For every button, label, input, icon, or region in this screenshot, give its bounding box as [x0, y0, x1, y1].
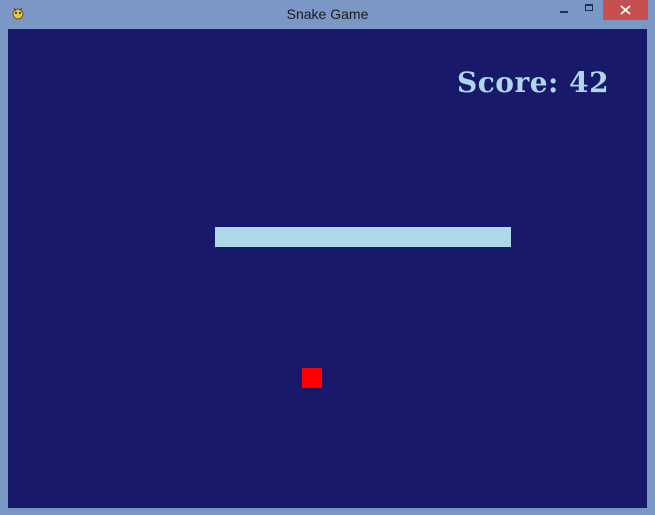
snake-body [215, 227, 511, 247]
food-item [302, 368, 322, 388]
minimize-icon [560, 11, 568, 13]
score-display: Score: 42 [457, 66, 610, 99]
minimize-button[interactable] [551, 0, 577, 20]
game-window: Snake Game Score: 42 [0, 0, 655, 515]
maximize-button[interactable] [577, 0, 603, 20]
close-icon [603, 0, 648, 20]
maximize-icon [585, 4, 593, 11]
game-canvas[interactable]: Score: 42 [8, 29, 647, 508]
title-bar[interactable]: Snake Game [0, 0, 655, 28]
close-button[interactable] [603, 0, 648, 20]
